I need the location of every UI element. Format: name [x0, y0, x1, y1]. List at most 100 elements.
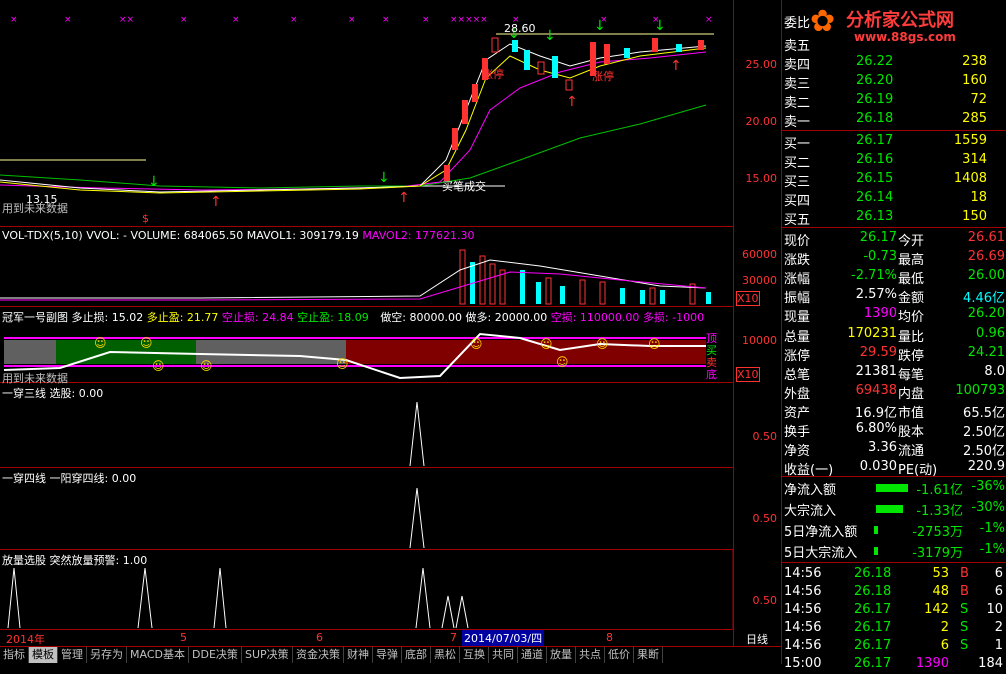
- tab-11[interactable]: 黑松: [431, 647, 460, 663]
- date-month: 5: [180, 631, 187, 644]
- date-month: 7: [450, 631, 457, 644]
- date-year: 2014年: [6, 633, 45, 646]
- tab-4[interactable]: MACD基本: [127, 647, 189, 663]
- axis-label: 10000: [742, 334, 777, 347]
- stats-row: 收益(一) 0.030 PE(动) 220.9: [782, 458, 1006, 478]
- stats-value: 24.21: [967, 344, 1005, 360]
- stats-row: 涨幅 -2.71% 最低 26.00: [782, 267, 1006, 288]
- sell-row[interactable]: 卖一 26.18 285: [782, 110, 1006, 130]
- tab-7[interactable]: 资金决策: [293, 647, 344, 663]
- date-month: 8: [606, 631, 613, 644]
- panel5-name: 放量选股: [2, 554, 46, 567]
- tick-row[interactable]: 14:56 26.17 2 S 2: [782, 619, 1006, 638]
- buy-price: 26.17: [856, 133, 894, 148]
- svg-text:↑: ↑: [566, 94, 578, 110]
- tab-18[interactable]: 果断: [634, 647, 663, 663]
- buy-price: 26.16: [856, 152, 894, 167]
- long-loss: 多损: -1000: [642, 311, 705, 324]
- stats-label: 流通: [898, 444, 925, 460]
- svg-text:×: ×: [382, 15, 390, 25]
- buy-row[interactable]: 买二 26.16 314: [782, 151, 1006, 171]
- flow-bar: [876, 484, 908, 492]
- stats-row: 涨跌 -0.73 最高 26.69: [782, 248, 1006, 268]
- date-axis: 2014年 5 6 7 2014/07/03/四 8: [0, 630, 733, 646]
- vol-title: VOL-TDX(5,10): [2, 229, 83, 242]
- limit-up-label: 涨停: [482, 68, 504, 81]
- period-label[interactable]: 日线: [746, 631, 768, 647]
- buy-label: 买三: [784, 175, 811, 190]
- svg-text:×: ×: [64, 15, 72, 25]
- tab-17[interactable]: 低价: [605, 647, 634, 663]
- stats-value: 1390: [863, 306, 897, 322]
- flower-icon: ✿: [810, 4, 836, 39]
- tab-13[interactable]: 共同: [489, 647, 518, 663]
- svg-text:×: ×: [180, 15, 188, 25]
- tab-14[interactable]: 通道: [518, 647, 547, 663]
- sell-label: 卖四: [784, 58, 811, 73]
- buy-row[interactable]: 买三 26.15 1408: [782, 170, 1006, 190]
- buy-volume: 18: [970, 190, 987, 205]
- tab-0[interactable]: 指标: [0, 647, 29, 663]
- svg-text:↑: ↑: [210, 194, 222, 210]
- stats-value: 8.0: [984, 363, 1005, 379]
- mavol1-value: MAVOL1: 309179.19: [246, 229, 359, 242]
- tab-5[interactable]: DDE决策: [189, 647, 242, 663]
- tick-time: 14:56: [784, 566, 822, 581]
- buy-label: 买四: [784, 194, 811, 209]
- limit-up-label-2: 涨停: [592, 70, 614, 83]
- tick-volume: 48: [932, 584, 949, 599]
- buy-price: 26.14: [856, 190, 894, 205]
- stats-value: 26.00: [967, 268, 1005, 284]
- buy-row[interactable]: 买五 26.13 150: [782, 208, 1006, 228]
- sell-row[interactable]: 卖二 26.19 72: [782, 91, 1006, 111]
- stats-label: 换手: [784, 425, 811, 440]
- tab-2[interactable]: 管理: [58, 647, 87, 663]
- chart-area[interactable]: × × ×× × × × × × × ××××× × × × × ↓ ↓ ↓ ↓…: [0, 0, 733, 646]
- sell-row[interactable]: 卖四 26.22 238: [782, 53, 1006, 73]
- tab-15[interactable]: 放量: [547, 647, 576, 663]
- axis-label: 30000: [742, 274, 777, 287]
- buy-row[interactable]: 买四 26.14 18: [782, 189, 1006, 209]
- tick-row[interactable]: 14:56 26.18 53 B 6: [782, 565, 1006, 584]
- svg-text:×: ×: [705, 15, 713, 25]
- sell5-label: 卖五: [784, 39, 811, 54]
- short-take: 空止盈: 18.09: [297, 311, 369, 324]
- stats-value: 220.9: [967, 459, 1005, 475]
- stats-row: 总量 170231 量比 0.96: [782, 325, 1006, 345]
- sell-row[interactable]: 卖三 26.20 160: [782, 72, 1006, 92]
- svg-text:×××××: ×××××: [450, 15, 488, 25]
- tick-row[interactable]: 15:00 26.17 1390 184: [782, 655, 1006, 674]
- stats-row: 现价 26.17 今开 26.61: [782, 229, 1006, 249]
- axis-label: 20.00: [745, 115, 778, 128]
- svg-text:↓: ↓: [148, 174, 160, 190]
- stats-value: 0.030: [859, 459, 897, 475]
- tab-10[interactable]: 底部: [402, 647, 431, 663]
- sell-volume: 72: [970, 92, 987, 107]
- tab-8[interactable]: 财神: [344, 647, 373, 663]
- tab-6[interactable]: SUP决策: [242, 647, 293, 663]
- champ-unit: X10: [736, 367, 760, 382]
- champ-title: 冠军一号副图: [2, 311, 68, 324]
- tab-16[interactable]: 共点: [576, 647, 605, 663]
- buy-label: 买一: [784, 137, 811, 152]
- buy-close-label: 买笔成交: [442, 180, 486, 193]
- svg-text:↓: ↓: [544, 28, 556, 44]
- tick-price: 26.17: [854, 638, 892, 653]
- svg-text:☺: ☺: [470, 337, 483, 351]
- svg-text:☺: ☺: [540, 337, 553, 351]
- axis-label: 25.00: [745, 58, 778, 71]
- tick-row[interactable]: 14:56 26.17 6 S 1: [782, 637, 1006, 656]
- tick-row[interactable]: 14:56 26.18 48 B 6: [782, 583, 1006, 602]
- buy-row[interactable]: 买一 26.17 1559: [782, 132, 1006, 152]
- tick-price: 26.18: [854, 566, 892, 581]
- tab-9[interactable]: 导弹: [373, 647, 402, 663]
- vol-unit: X10: [736, 291, 760, 306]
- tab-3[interactable]: 另存为: [87, 647, 127, 663]
- tab-1[interactable]: 模板: [29, 647, 58, 663]
- tick-row[interactable]: 14:56 26.17 142 S 10: [782, 601, 1006, 620]
- tab-12[interactable]: 互换: [460, 647, 489, 663]
- stats-label: 涨幅: [784, 272, 811, 288]
- quote-panel: ✿ 分析家公式网 www.88gs.com 委比 卖五 卖四 26.22 238…: [781, 0, 1006, 671]
- tick-volume: 142: [924, 602, 949, 617]
- long-stop: 多止损: 15.02: [71, 311, 144, 324]
